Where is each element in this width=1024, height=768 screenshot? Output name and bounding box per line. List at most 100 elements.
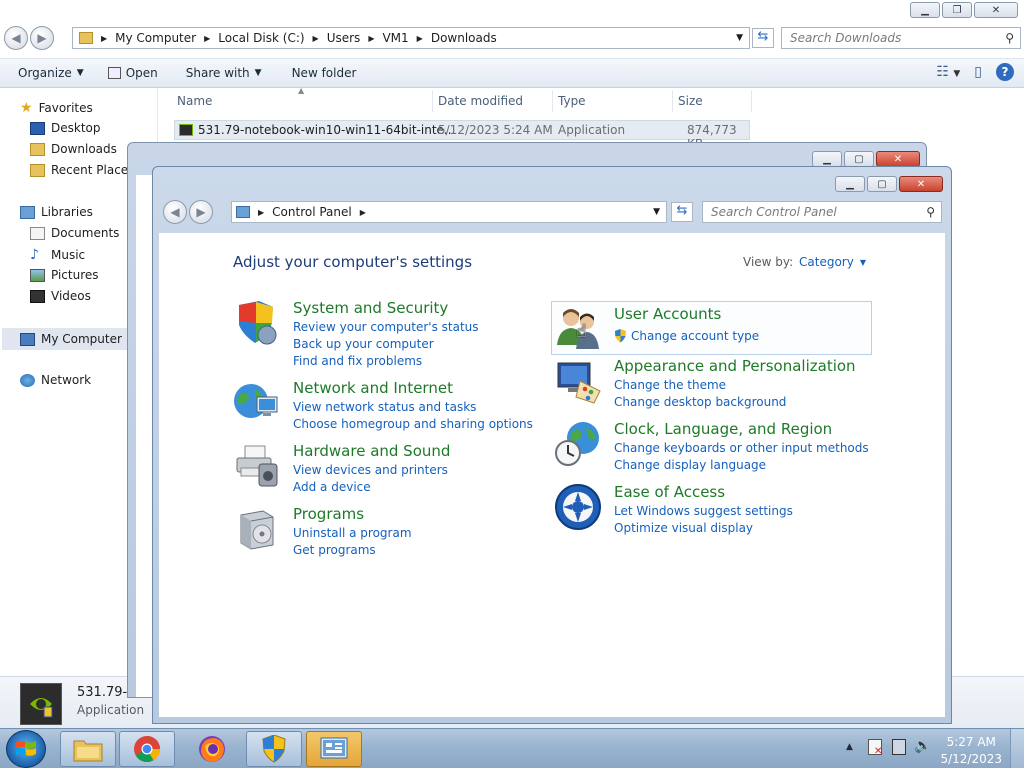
minimize-button[interactable]: ▁ — [812, 151, 842, 167]
column-date-modified[interactable]: Date modified — [438, 94, 523, 108]
link-change-background[interactable]: Change desktop background — [614, 395, 786, 409]
search-icon[interactable]: ⚲ — [1005, 31, 1014, 45]
ease-of-access-icon — [554, 483, 602, 531]
firefox-icon — [199, 736, 225, 762]
forward-button[interactable]: ▶ — [189, 200, 213, 224]
show-desktop-button[interactable] — [1010, 729, 1024, 768]
search-icon[interactable]: ⚲ — [926, 205, 935, 219]
link-homegroup[interactable]: Choose homegroup and sharing options — [293, 417, 533, 431]
start-button[interactable] — [6, 730, 46, 768]
back-button[interactable]: ◀ — [163, 200, 187, 224]
restore-button[interactable]: ❐ — [942, 2, 972, 18]
link-add-device[interactable]: Add a device — [293, 480, 371, 494]
sort-indicator-icon: ▲ — [298, 86, 305, 95]
category-user-accounts: User Accounts Change account type ☝ — [554, 305, 872, 353]
forward-button[interactable]: ▶ — [30, 26, 54, 50]
link-review-status[interactable]: Review your computer's status — [293, 320, 479, 334]
column-name[interactable]: Name — [177, 94, 212, 108]
nav-pictures[interactable]: Pictures — [30, 268, 99, 282]
taskbar-control-panel[interactable] — [306, 731, 362, 767]
link-change-theme[interactable]: Change the theme — [614, 378, 726, 392]
address-dropdown-icon[interactable]: ▼ — [736, 33, 743, 43]
link-change-keyboards[interactable]: Change keyboards or other input methods — [614, 441, 869, 455]
maximize-button[interactable]: ▢ — [867, 176, 897, 192]
address-dropdown-icon[interactable]: ▼ — [653, 207, 660, 217]
link-network-status[interactable]: View network status and tasks — [293, 400, 476, 414]
nav-label: Videos — [51, 289, 91, 303]
link-change-account-type[interactable]: Change account type — [614, 329, 759, 343]
refresh-button[interactable]: ⇆ — [671, 202, 693, 222]
category-title[interactable]: Network and Internet — [293, 379, 453, 397]
taskbar-firefox[interactable] — [184, 731, 240, 767]
back-button[interactable]: ◀ — [4, 26, 28, 50]
nav-videos[interactable]: Videos — [30, 289, 91, 303]
nav-network[interactable]: Network — [20, 373, 91, 387]
column-type[interactable]: Type — [558, 94, 586, 108]
link-back-up[interactable]: Back up your computer — [293, 337, 434, 351]
taskbar-chrome[interactable] — [119, 731, 175, 767]
minimize-button[interactable]: ▁ — [835, 176, 865, 192]
nav-favorites[interactable]: ★ Favorites — [20, 100, 93, 116]
link-find-fix[interactable]: Find and fix problems — [293, 354, 422, 368]
new-folder-button[interactable]: New folder — [292, 66, 357, 80]
link-optimize-display[interactable]: Optimize visual display — [614, 521, 753, 535]
category-title[interactable]: Clock, Language, and Region — [614, 420, 832, 438]
nav-music[interactable]: ♪ Music — [30, 247, 85, 263]
breadcrumb-users[interactable]: Users — [327, 31, 361, 45]
application-icon — [107, 67, 121, 79]
link-get-programs[interactable]: Get programs — [293, 543, 376, 557]
close-button[interactable]: ✕ — [876, 151, 920, 167]
link-uninstall[interactable]: Uninstall a program — [293, 526, 412, 540]
category-title[interactable]: Ease of Access — [614, 483, 725, 501]
category-title[interactable]: Appearance and Personalization — [614, 357, 856, 375]
search-input[interactable]: Search Downloads ⚲ — [781, 27, 1021, 49]
network-tray-icon[interactable] — [892, 739, 906, 755]
breadcrumb-vm1[interactable]: VM1 — [382, 31, 408, 45]
maximize-button[interactable]: ▢ — [844, 151, 874, 167]
breadcrumb-my-computer[interactable]: My Computer — [115, 31, 196, 45]
file-row[interactable]: 531.79-notebook-win10-win11-64bit-inte..… — [174, 120, 750, 151]
organize-button[interactable]: Organize ▼ — [18, 66, 84, 80]
link-suggest-settings[interactable]: Let Windows suggest settings — [614, 504, 793, 518]
help-icon[interactable]: ? — [996, 63, 1014, 81]
link-change-display-language[interactable]: Change display language — [614, 458, 766, 472]
printer-icon — [233, 442, 281, 490]
category-hardware-sound: Hardware and Sound View devices and prin… — [233, 442, 533, 498]
taskbar-security[interactable] — [246, 731, 302, 767]
taskbar-explorer[interactable] — [60, 731, 116, 767]
volume-icon[interactable]: 🔈 — [914, 738, 931, 754]
nav-libraries[interactable]: Libraries — [20, 205, 93, 219]
category-title[interactable]: System and Security — [293, 299, 448, 317]
nav-desktop[interactable]: Desktop — [30, 121, 101, 135]
category-title[interactable]: Hardware and Sound — [293, 442, 450, 460]
column-size[interactable]: Size — [678, 94, 703, 108]
security-shield-icon — [262, 735, 286, 763]
nav-recent-places[interactable]: Recent Places — [30, 163, 134, 177]
search-placeholder: Search Downloads — [790, 31, 902, 45]
open-button[interactable]: Open — [107, 66, 158, 80]
share-with-button[interactable]: Share with ▼ — [186, 66, 262, 80]
refresh-button[interactable]: ⇆ — [752, 28, 774, 48]
view-options-icon[interactable]: ☷ ▼ — [936, 64, 960, 80]
clock[interactable]: 5:27 AM 5/12/2023 — [940, 734, 1002, 768]
nav-label: Recent Places — [51, 163, 135, 177]
category-title[interactable]: Programs — [293, 505, 364, 523]
breadcrumb-downloads[interactable]: Downloads — [431, 31, 497, 45]
breadcrumb-control-panel[interactable]: Control Panel — [272, 205, 352, 219]
view-by-dropdown[interactable]: Category ▼ — [799, 255, 866, 269]
category-title[interactable]: User Accounts — [614, 305, 721, 323]
breadcrumb-local-disk[interactable]: Local Disk (C:) — [218, 31, 304, 45]
link-devices-printers[interactable]: View devices and printers — [293, 463, 448, 477]
chevron-down-icon: ▼ — [254, 68, 262, 78]
close-button[interactable]: ✕ — [899, 176, 943, 192]
minimize-button[interactable]: ▁ — [910, 2, 940, 18]
address-bar[interactable]: ▶ My Computer ▶ Local Disk (C:) ▶ Users … — [72, 27, 750, 49]
view-by-label: View by: — [743, 255, 794, 269]
nav-downloads[interactable]: Downloads — [30, 142, 117, 156]
preview-pane-icon[interactable]: ▯ — [974, 64, 982, 80]
nav-documents[interactable]: Documents — [30, 226, 119, 240]
show-hidden-icons-icon[interactable]: ▲ — [846, 742, 853, 752]
close-button[interactable]: ✕ — [974, 2, 1018, 18]
address-bar[interactable]: ▶ Control Panel ▶ ▼ — [231, 201, 667, 223]
search-input[interactable]: Search Control Panel ⚲ — [702, 201, 942, 223]
